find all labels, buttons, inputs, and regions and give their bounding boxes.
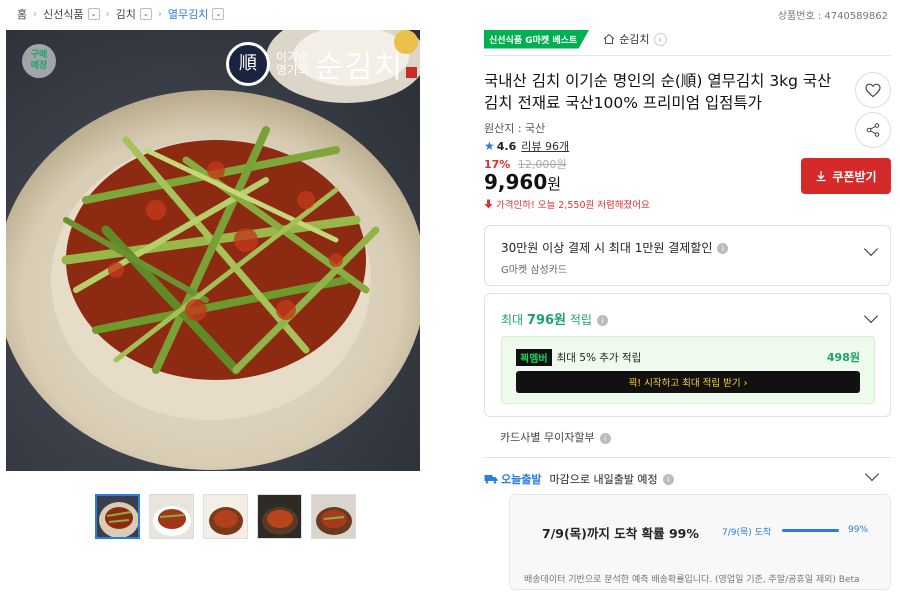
arrival-percent: 99% — [848, 525, 869, 535]
member-text: 최대 5% 추가 적립 — [556, 352, 642, 364]
chevron-down-icon[interactable] — [864, 466, 880, 482]
rating: ★ 4.6 리뷰 96개 — [484, 138, 569, 154]
brand-name: 순김치 — [315, 50, 404, 85]
brand-seal: 順 — [226, 42, 270, 86]
chevron-right-icon: › — [157, 8, 162, 20]
arrival-progress-bar — [782, 529, 840, 532]
card-discount-box[interactable]: 30만원 이상 결제 시 최대 1만원 결제할인 i G마켓 삼성카드 — [484, 225, 891, 286]
today-ship-label: 오늘출발 — [484, 471, 541, 487]
point-prefix: 최대 — [501, 313, 527, 327]
best-tag[interactable]: 신선식품 G마켓 베스트 — [484, 29, 590, 49]
prediction-note: 배송데이터 기반으로 분석한 예측 배송확률입니다. (영업일 기준, 주말/공… — [524, 575, 860, 585]
product-main-image[interactable]: 구매 매장 順 이기순 명가의 순김치 — [6, 30, 420, 471]
brand-subtitle: 이기순 명가의 — [276, 50, 310, 77]
thumbnail-1[interactable] — [95, 494, 140, 539]
chevron-down-icon[interactable] — [863, 241, 879, 257]
store-badge: 구매 매장 — [22, 44, 56, 78]
product-number: 상품번호 : 4740589862 — [777, 11, 888, 22]
member-tag: 꾁멤버 — [516, 349, 552, 366]
rating-score: 4.6 — [496, 139, 517, 153]
store-link[interactable]: 순김치 › — [603, 31, 667, 47]
dropdown-icon[interactable]: ⌄ — [139, 8, 152, 20]
ship-deadline: 마감으로 내일출발 예정 — [549, 473, 658, 486]
member-row: 꾁멤버 최대 5% 추가 적립 — [516, 349, 641, 366]
info-icon[interactable]: i — [599, 432, 611, 444]
installment-row[interactable]: 카드사별 무이자할부 i — [500, 429, 611, 445]
share-icon — [866, 123, 880, 137]
max-points-title: 최대 796원 적립 i — [501, 309, 608, 328]
divider — [484, 55, 891, 56]
price-drop-note: 가격인하! 오늘 2,550원 저렴해졌어요 — [484, 197, 650, 211]
breadcrumb-level2[interactable]: 김치 — [116, 6, 136, 22]
sale-price-value: 9,960 — [484, 170, 548, 194]
share-button[interactable] — [855, 112, 891, 148]
dropdown-icon[interactable]: ⌄ — [212, 8, 225, 20]
product-title: 국내산 김치 이기순 명인의 순(順) 열무김치 3kg 국산 김치 전재료 국… — [484, 72, 832, 112]
breadcrumb: 홈 › 신선식품 ⌄ › 김치 ⌄ › 열무김치 ⌄ — [17, 6, 225, 22]
truck-icon — [484, 475, 498, 484]
breadcrumb-home[interactable]: 홈 — [17, 6, 27, 22]
delivery-prediction-box: 7/9(목)까지 도착 확률 99% 7/9(목) 도착 99% 배송데이터 기… — [509, 494, 891, 590]
coupon-label: 쿠폰받기 — [832, 169, 877, 184]
breadcrumb-current[interactable]: 열무김치 — [168, 6, 208, 22]
card-discount-title-text: 30만원 이상 결제 시 최대 1만원 결제할인 — [501, 241, 713, 255]
price-drop-text: 가격인하! 오늘 2,550원 저렴해졌어요 — [496, 200, 650, 211]
thumbnail-5[interactable] — [311, 494, 356, 539]
card-discount-title: 30만원 이상 결제 시 최대 1만원 결제할인 i — [501, 239, 729, 256]
tag-row: 신선식품 G마켓 베스트 순김치 › — [484, 29, 891, 49]
coupon-button[interactable]: 쿠폰받기 — [801, 158, 891, 194]
sale-price-unit: 원 — [547, 175, 562, 193]
kimchi-photo — [6, 30, 420, 471]
heart-icon — [865, 83, 881, 97]
point-suffix: 적립 — [566, 313, 592, 327]
star-icon: ★ — [484, 139, 495, 153]
review-link[interactable]: 리뷰 96개 — [521, 138, 569, 154]
breadcrumb-level1[interactable]: 신선식품 — [43, 6, 83, 22]
thumbnail-4[interactable] — [257, 494, 302, 539]
brand-stamp — [405, 66, 417, 78]
member-points: 498원 — [826, 351, 860, 364]
arrival-bar-label: 7/9(목) 도착 — [722, 528, 772, 538]
point-value: 796원 — [526, 313, 567, 328]
info-icon[interactable]: i — [717, 243, 729, 254]
chevron-right-icon: › — [653, 32, 667, 46]
thumbnail-strip — [95, 494, 356, 539]
store-name: 순김치 — [619, 33, 650, 46]
home-icon — [603, 33, 615, 45]
thumbnail-3[interactable] — [203, 494, 248, 539]
origin-label: 원산지 : 국산 — [484, 122, 546, 135]
info-icon[interactable]: i — [596, 315, 608, 326]
chevron-right-icon: › — [105, 8, 110, 20]
divider — [484, 457, 891, 458]
chevron-down-icon[interactable] — [863, 308, 879, 324]
member-start-button[interactable]: 꾁! 시작하고 최대 적립 받기 › — [516, 371, 860, 393]
product-info-panel: 신선식품 G마켓 베스트 순김치 › 국내산 김치 이기순 명인의 순(順) 열… — [484, 29, 891, 590]
arrival-probability: 7/9(목)까지 도착 확률 99% — [542, 526, 699, 541]
info-icon[interactable]: i — [662, 473, 674, 485]
today-ship-text: 오늘출발 — [501, 473, 542, 486]
brand-logo: 順 이기순 명가의 순김치 — [226, 42, 417, 86]
sale-price: 9,960원 — [484, 170, 561, 194]
member-benefit: 꾁멤버 최대 5% 추가 적립 498원 꾁! 시작하고 최대 적립 받기 › — [501, 336, 875, 404]
store-badge-label: 구매 매장 — [30, 50, 48, 71]
wishlist-button[interactable] — [855, 72, 891, 108]
card-discount-sub: G마켓 삼성카드 — [501, 265, 568, 276]
chevron-right-icon: › — [33, 8, 38, 20]
dropdown-icon[interactable]: ⌄ — [87, 8, 100, 20]
download-icon — [816, 171, 826, 182]
arrow-down-icon — [484, 199, 493, 209]
points-box: 최대 796원 적립 i 꾁멤버 최대 5% 추가 적립 498원 꾁! 시작하고… — [484, 293, 891, 417]
installment-label: 카드사별 무이자할부 — [500, 431, 595, 444]
shipping-row: 오늘출발 마감으로 내일출발 예정 i — [484, 471, 674, 487]
thumbnail-2[interactable] — [149, 494, 194, 539]
